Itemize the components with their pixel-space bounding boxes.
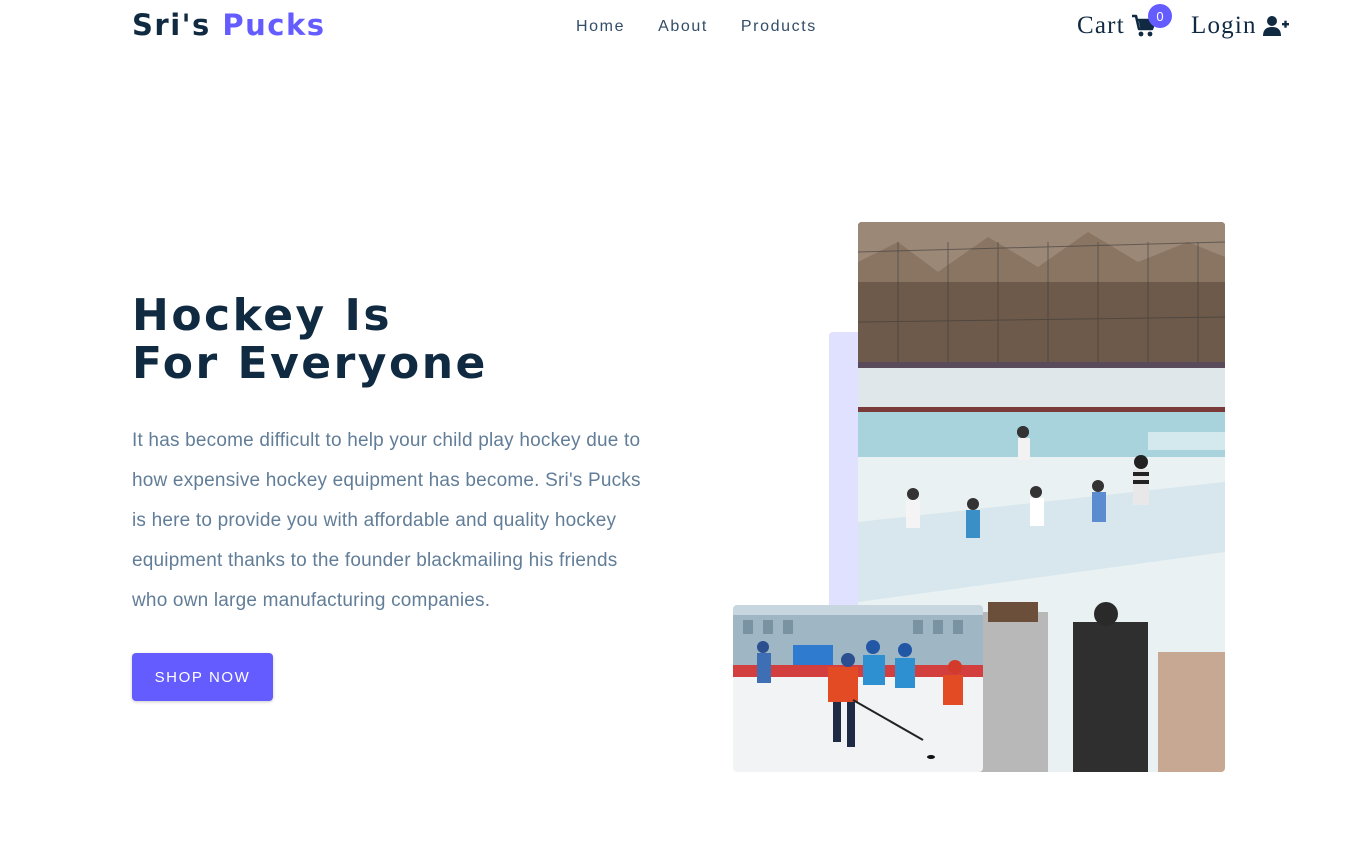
- nav-link-home[interactable]: Home: [576, 18, 625, 36]
- cart-label: Cart: [1077, 12, 1125, 39]
- logo-main-text: Sri's: [132, 8, 211, 42]
- nav-link-about[interactable]: About: [658, 18, 708, 36]
- logo-accent-text: Pucks: [222, 8, 326, 42]
- nav-link-products[interactable]: Products: [741, 18, 817, 36]
- navbar: Sri's Pucks Home About Products Cart 0 L…: [0, 0, 1362, 56]
- hero-title-line2: For Everyone: [132, 338, 488, 389]
- cart-count-badge: 0: [1148, 4, 1172, 28]
- hero-description: It has become difficult to help your chi…: [132, 430, 641, 611]
- kids-hockey-photo: [733, 605, 983, 772]
- hero-title: Hockey Is For Everyone: [132, 292, 488, 388]
- cart-button[interactable]: Cart: [1077, 12, 1157, 40]
- nav-links: Home About Products: [576, 18, 850, 36]
- brand-logo[interactable]: Sri's Pucks: [132, 8, 326, 42]
- login-label: Login: [1191, 12, 1257, 39]
- login-button[interactable]: Login: [1191, 12, 1289, 40]
- user-plus-icon: [1262, 15, 1289, 37]
- shop-now-button[interactable]: Shop Now: [132, 653, 273, 701]
- hero-title-line1: Hockey Is: [132, 290, 393, 341]
